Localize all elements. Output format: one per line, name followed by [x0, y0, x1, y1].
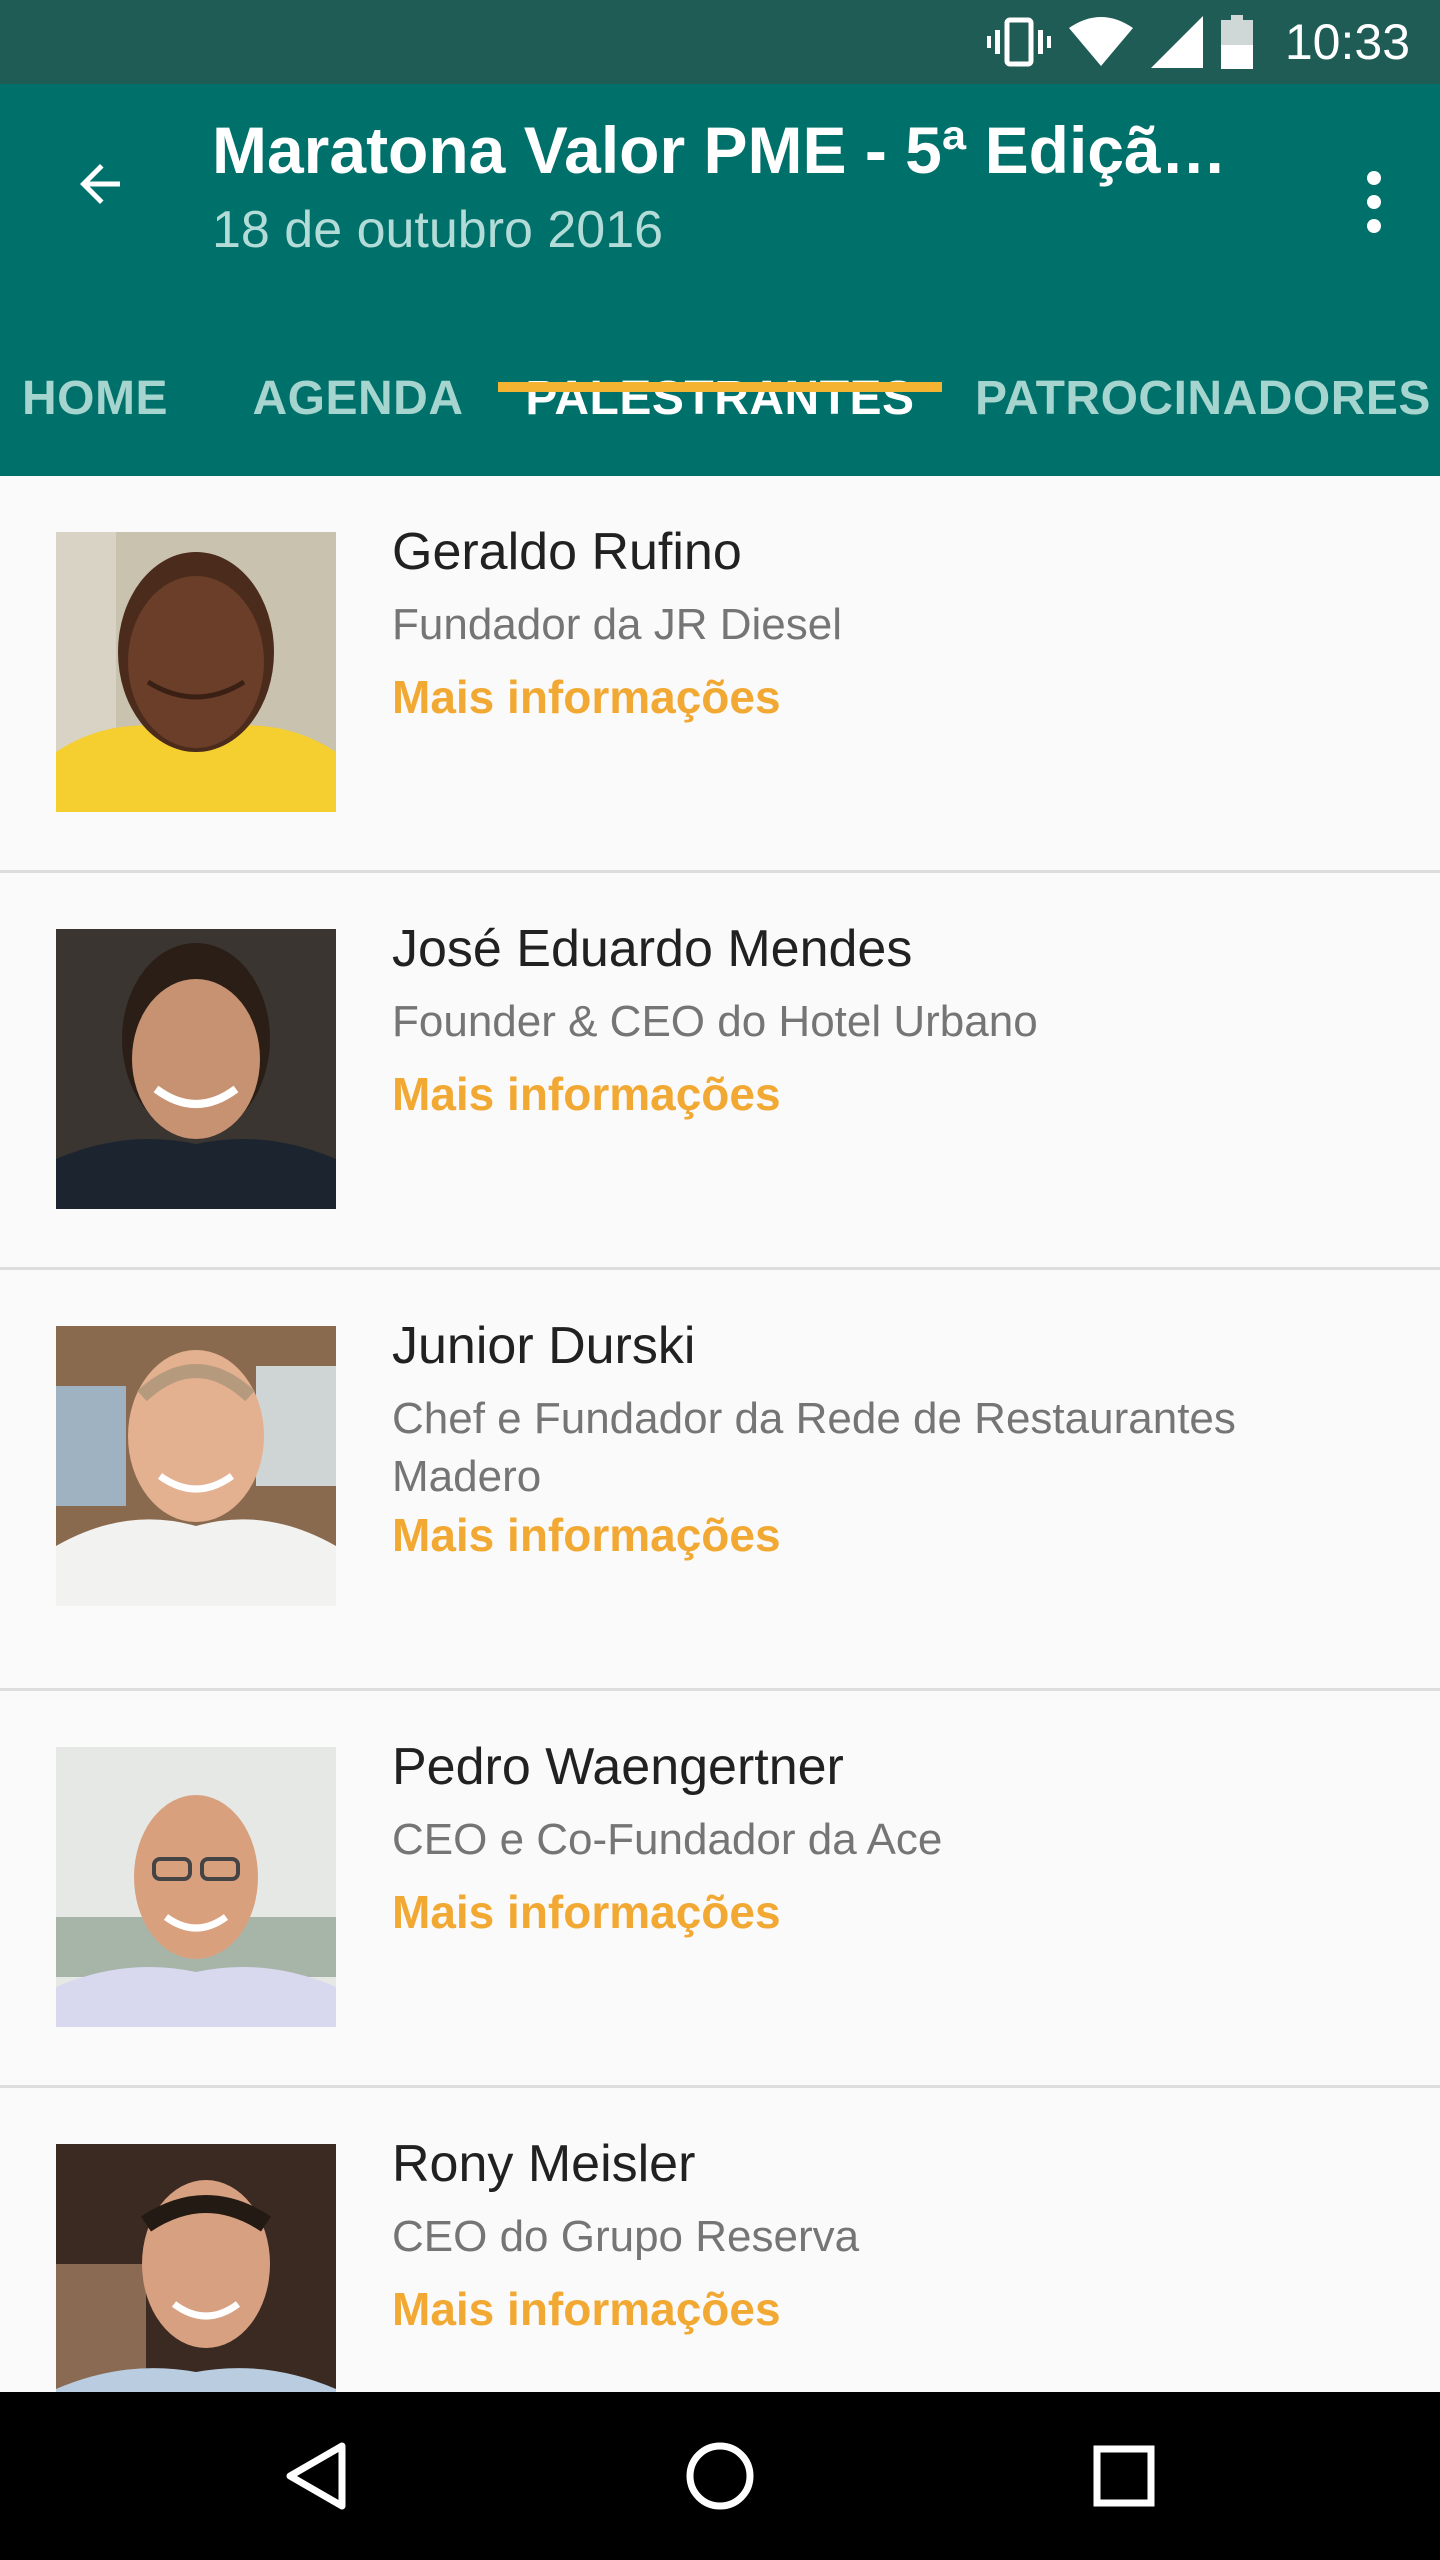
speaker-name: Geraldo Rufino — [392, 523, 742, 581]
more-info-link[interactable]: Mais informações — [392, 1508, 781, 1562]
speaker-name: Junior Durski — [392, 1317, 696, 1375]
speaker-role: Fundador da JR Diesel — [392, 600, 843, 649]
battery-icon — [1220, 15, 1253, 69]
speaker-role: Founder & CEO do Hotel Urbano — [392, 997, 1038, 1046]
nav-recents-button[interactable] — [1074, 2426, 1174, 2526]
nav-back-button[interactable] — [266, 2426, 366, 2526]
more-info-link[interactable]: Mais informações — [392, 1067, 781, 1121]
triangle-back-icon — [286, 2442, 346, 2510]
status-time: 10:33 — [1284, 14, 1410, 70]
more-info-link[interactable]: Mais informações — [392, 2282, 781, 2336]
overflow-menu-button[interactable] — [1344, 152, 1404, 252]
navigation-bar — [0, 2392, 1440, 2560]
list-item[interactable]: Pedro Waengertner CEO e Co-Fundador da A… — [0, 1691, 1440, 2088]
tab-bar: HOME AGENDA PALESTRANTES PATROCINADORES — [0, 320, 1440, 476]
more-vert-icon — [1367, 171, 1381, 233]
speaker-photo — [56, 532, 336, 812]
speaker-photo — [56, 2144, 336, 2392]
nav-home-button[interactable] — [670, 2426, 770, 2526]
tab-patrocinadores[interactable]: PATROCINADORES — [966, 320, 1440, 476]
list-item[interactable]: Junior Durski Chef e Fundador da Rede de… — [0, 1270, 1440, 1691]
page-subtitle: 18 de outubro 2016 — [212, 201, 664, 259]
wifi-icon — [1068, 17, 1133, 66]
list-item[interactable]: Rony Meisler CEO do Grupo Reserva Mais i… — [0, 2088, 1440, 2392]
speaker-role: CEO e Co-Fundador da Ace — [392, 1815, 943, 1864]
speaker-role: CEO do Grupo Reserva — [392, 2212, 860, 2261]
list-item[interactable]: Geraldo Rufino Fundador da JR Diesel Mai… — [0, 476, 1440, 873]
speaker-role: Chef e Fundador da Rede de Restaurantes … — [392, 1394, 1236, 1501]
tab-indicator — [498, 382, 942, 392]
page-title: Maratona Valor PME - 5ª Edição... — [212, 113, 1242, 187]
speaker-photo — [56, 1747, 336, 2027]
speaker-list: Geraldo Rufino Fundador da JR Diesel Mai… — [0, 476, 1440, 2392]
speaker-photo — [56, 929, 336, 1209]
back-button[interactable] — [52, 136, 148, 232]
tab-home[interactable]: HOME — [0, 320, 190, 476]
tab-palestrantes[interactable]: PALESTRANTES — [498, 320, 942, 476]
arrow-back-icon — [80, 164, 120, 204]
speaker-name: Pedro Waengertner — [392, 1738, 844, 1796]
vibrate-icon — [986, 17, 1051, 67]
circle-home-icon — [686, 2442, 754, 2510]
speaker-name: José Eduardo Mendes — [392, 920, 913, 978]
more-info-link[interactable]: Mais informações — [392, 670, 781, 724]
speaker-photo — [56, 1326, 336, 1606]
tab-agenda[interactable]: AGENDA — [240, 320, 476, 476]
signal-icon — [1150, 16, 1203, 68]
app-bar: Maratona Valor PME - 5ª Edição... 18 de … — [0, 84, 1440, 476]
square-recents-icon — [1093, 2445, 1155, 2507]
more-info-link[interactable]: Mais informações — [392, 1885, 781, 1939]
list-item[interactable]: José Eduardo Mendes Founder & CEO do Hot… — [0, 873, 1440, 1270]
speaker-name: Rony Meisler — [392, 2135, 696, 2193]
status-icons: 10:33 — [986, 0, 1410, 84]
status-bar: 10:33 — [0, 0, 1440, 84]
